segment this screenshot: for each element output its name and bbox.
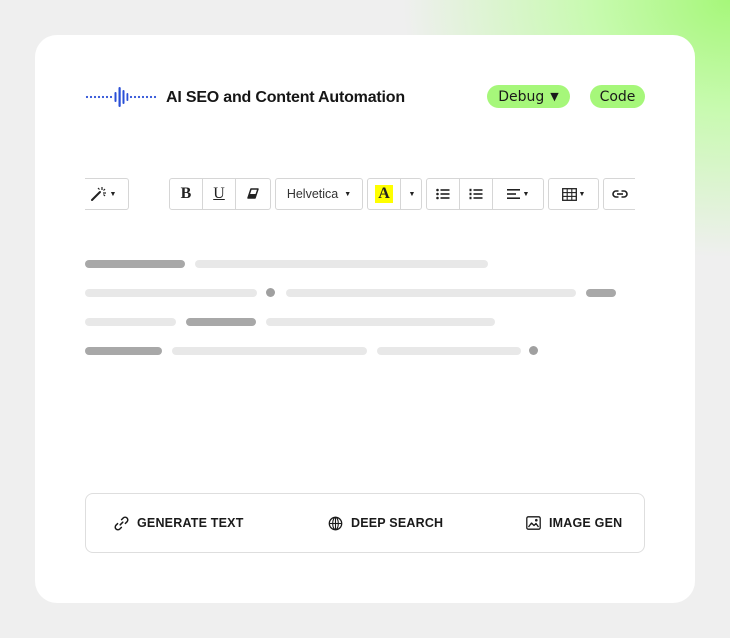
link-icon: [114, 515, 129, 531]
caret-down-icon: ▼: [344, 190, 352, 198]
align-dropdown[interactable]: ▼: [493, 179, 543, 209]
table-dropdown[interactable]: ▼: [549, 179, 598, 209]
sound-wave-icon: [85, 87, 157, 107]
skeleton-line: [286, 289, 576, 297]
skeleton-line: [85, 289, 257, 297]
main-card: AI SEO and Content Automation Debug ▼ Co…: [35, 35, 695, 603]
table-icon: [561, 187, 577, 201]
skeleton-dot: [266, 288, 275, 297]
skeleton-line: [85, 347, 162, 355]
skeleton-line: [195, 260, 488, 268]
editor-toolbar: ▼ B U Helvetica ▼ A ▼ ▼ ▼: [85, 178, 635, 210]
image-gen-button[interactable]: IMAGE GEN: [526, 494, 622, 552]
debug-dropdown-button[interactable]: Debug ▼: [487, 85, 570, 108]
link-icon: [612, 190, 628, 198]
generate-text-button[interactable]: GENERATE TEXT: [114, 494, 244, 552]
font-family-value: Helvetica: [286, 187, 339, 201]
caret-down-icon: ▼: [408, 190, 416, 198]
caret-down-icon: ▼: [578, 190, 586, 198]
skeleton-dot: [529, 346, 538, 355]
caret-down-icon: ▼: [550, 90, 559, 103]
caret-down-icon: ▼: [522, 190, 530, 198]
code-label: Code: [599, 88, 636, 105]
text-color-icon: A: [375, 185, 393, 203]
debug-label: Debug: [498, 88, 545, 105]
deep-search-button[interactable]: DEEP SEARCH: [328, 494, 443, 552]
ai-action-bar: GENERATE TEXT DEEP SEARCH IMAGE GEN: [85, 493, 645, 553]
generate-text-label: GENERATE TEXT: [137, 516, 244, 530]
bold-button[interactable]: B: [170, 179, 203, 209]
magic-wand-button[interactable]: ▼: [85, 179, 128, 209]
numbered-list-button[interactable]: [460, 179, 493, 209]
globe-icon: [328, 516, 343, 530]
skeleton-line: [85, 318, 176, 326]
skeleton-line: [586, 289, 616, 297]
text-color-dropdown[interactable]: ▼: [401, 179, 421, 209]
magic-wand-icon: [90, 187, 106, 201]
skeleton-line: [186, 318, 256, 326]
skeleton-line: [266, 318, 495, 326]
font-family-dropdown[interactable]: Helvetica ▼: [276, 179, 362, 209]
bullet-list-icon: [436, 188, 450, 200]
skeleton-line: [377, 347, 521, 355]
underline-icon: U: [213, 185, 225, 202]
deep-search-label: DEEP SEARCH: [351, 516, 444, 530]
code-button[interactable]: Code: [590, 85, 645, 108]
bullet-list-button[interactable]: [427, 179, 460, 209]
image-icon: [526, 516, 541, 530]
skeleton-line: [85, 260, 185, 268]
skeleton-line: [172, 347, 367, 355]
text-color-button[interactable]: A: [368, 179, 401, 209]
image-gen-label: IMAGE GEN: [549, 516, 623, 530]
eraser-icon: [247, 188, 259, 199]
clear-format-button[interactable]: [236, 179, 270, 209]
align-icon: [506, 189, 520, 199]
underline-button[interactable]: U: [203, 179, 236, 209]
bold-icon: B: [180, 185, 192, 202]
insert-link-button[interactable]: [604, 179, 635, 209]
app-title: AI SEO and Content Automation: [166, 89, 405, 106]
numbered-list-icon: [469, 188, 483, 199]
caret-down-icon: ▼: [109, 190, 117, 198]
